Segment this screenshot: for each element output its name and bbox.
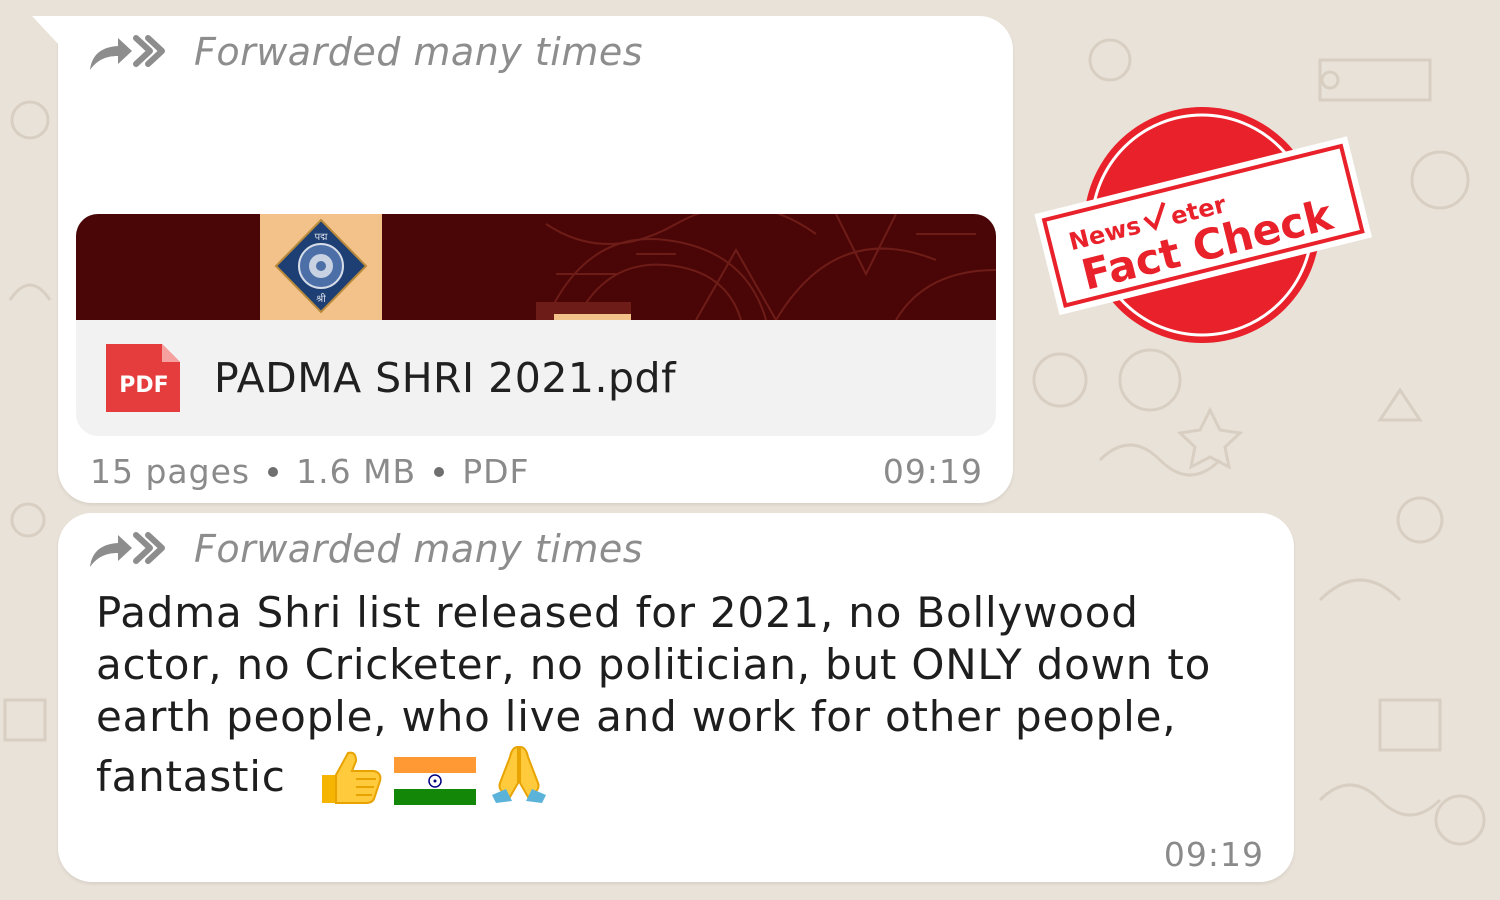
forwarded-many-times-icon [90,532,165,567]
file-type: PDF [462,452,530,491]
folded-hands-icon [491,745,546,803]
pdf-preview-thumbnail[interactable]: पद्म श्री [76,214,996,320]
document-meta: 15 pages 1.6 MB PDF [90,452,529,491]
document-info-row[interactable]: PDF PADMA SHRI 2021.pdf [104,342,676,414]
separator-dot [268,466,279,477]
forwarded-label: Forwarded many times [194,527,644,571]
forwarded-many-times-icon [90,35,165,70]
emblem-top-text: पद्म [314,232,328,243]
message-timestamp: 09:19 [1163,835,1264,874]
thumbs-up-icon [321,751,382,804]
forwarded-label: Forwarded many times [194,30,644,74]
pdf-file-icon: PDF [106,344,180,412]
message-timestamp: 09:19 [882,452,983,491]
message-text: Padma Shri list released for 2021, no Bo… [96,588,1212,801]
separator-dot [434,466,445,477]
emoji-row [312,743,562,805]
document-file-name[interactable]: PADMA SHRI 2021.pdf [214,354,676,402]
forwarded-indicator: Forwarded many times [88,30,643,74]
document-message-bubble[interactable]: Forwarded many times पद्म श्री PDF PADMA… [32,16,1013,503]
emblem-bottom-text: श्री [316,293,326,305]
forwarded-indicator: Forwarded many times [88,527,643,571]
newsmeter-fact-check-stamp: News eter Fact Check [1034,107,1373,343]
bubble-tail [32,16,60,46]
document-attachment[interactable]: पद्म श्री PDF PADMA SHRI 2021.pdf [76,214,996,436]
pdf-icon-label: PDF [119,373,168,398]
message-body: Padma Shri list released for 2021, no Bo… [96,587,1266,805]
page-count: 15 pages [90,452,251,491]
file-size: 1.6 MB [296,452,417,491]
india-flag-icon [393,757,476,805]
text-message-bubble[interactable]: Forwarded many times Padma Shri list rel… [58,513,1294,882]
